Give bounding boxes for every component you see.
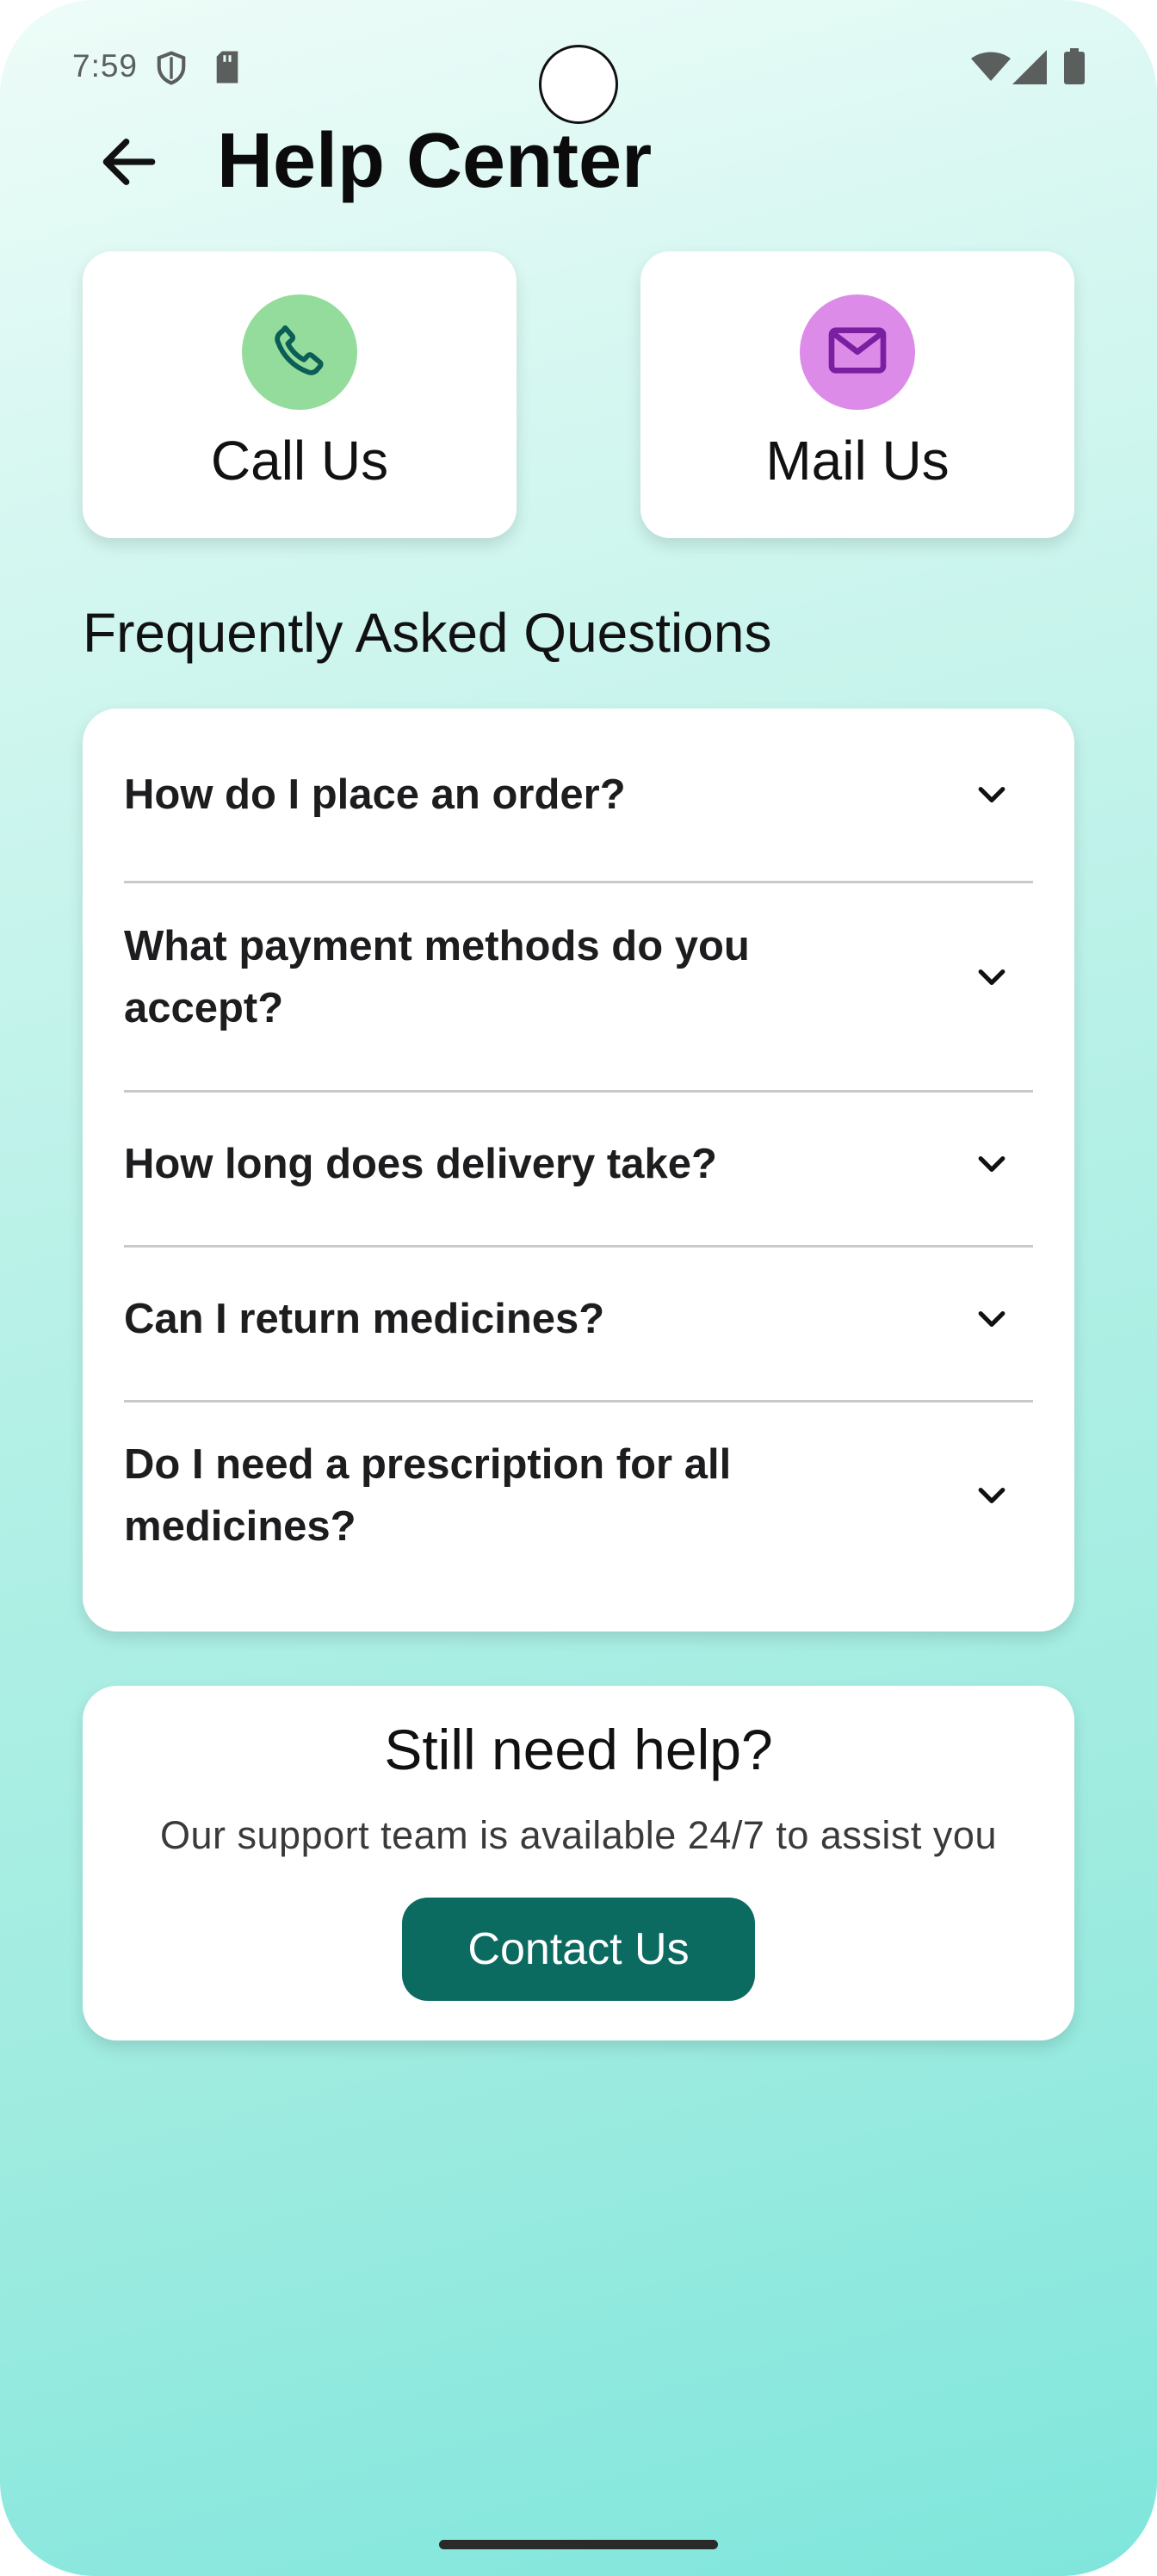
faq-divider	[124, 1400, 1033, 1403]
faq-question: Do I need a prescription for all medicin…	[124, 1441, 732, 1550]
support-card: Still need help? Our support team is ava…	[83, 1686, 1074, 2040]
page-title: Help Center	[217, 118, 653, 204]
phone-icon	[268, 319, 331, 387]
faq-question: What payment methods do you accept?	[124, 923, 750, 1031]
camera-cutout	[539, 45, 618, 124]
sd-card-icon	[213, 50, 241, 89]
wifi-icon	[971, 52, 1011, 87]
faq-section-title: Frequently Asked Questions	[83, 602, 772, 664]
status-bar: 7:59	[0, 0, 1157, 129]
battery-icon	[1064, 48, 1085, 89]
arrow-left-icon	[95, 127, 164, 201]
mail-icon	[823, 316, 892, 389]
faq-divider	[124, 1245, 1033, 1248]
faq-item[interactable]: How do I place an order?	[124, 752, 1033, 838]
back-button[interactable]	[86, 121, 172, 207]
status-time: 7:59	[72, 48, 139, 84]
call-us-card[interactable]: Call Us	[83, 251, 517, 538]
faq-question: How long does delivery take?	[124, 1141, 717, 1187]
faq-question: Can I return medicines?	[124, 1296, 605, 1342]
mail-icon-circle	[800, 294, 915, 410]
chevron-down-icon[interactable]	[966, 1293, 1018, 1345]
faq-item[interactable]: Do I need a prescription for all medicin…	[124, 1421, 1033, 1570]
help-center-screen: 7:59 Help Center Call Us Mail Us Frequen…	[0, 0, 1157, 2576]
chevron-down-icon[interactable]	[966, 1470, 1018, 1521]
faq-list: How do I place an order? What payment me…	[83, 709, 1074, 1632]
faq-divider	[124, 881, 1033, 883]
faq-item[interactable]: What payment methods do you accept?	[124, 903, 1033, 1051]
support-subtitle: Our support team is available 24/7 to as…	[160, 1813, 997, 1857]
phone-icon-circle	[242, 294, 357, 410]
support-title: Still need help?	[384, 1718, 773, 1781]
faq-item[interactable]: How long does delivery take?	[124, 1117, 1033, 1211]
chevron-down-icon[interactable]	[966, 951, 1018, 1003]
home-indicator[interactable]	[439, 2540, 718, 2549]
faq-divider	[124, 1090, 1033, 1093]
mail-us-card[interactable]: Mail Us	[640, 251, 1074, 538]
call-us-label: Call Us	[210, 430, 389, 492]
chevron-down-icon[interactable]	[966, 769, 1018, 820]
faq-item[interactable]: Can I return medicines?	[124, 1272, 1033, 1366]
contact-us-button[interactable]: Contact Us	[402, 1898, 755, 2001]
chevron-down-icon[interactable]	[966, 1138, 1018, 1190]
signal-icon	[1012, 50, 1047, 89]
mail-us-label: Mail Us	[765, 430, 950, 492]
shield-icon	[155, 50, 188, 90]
faq-question: How do I place an order?	[124, 771, 626, 818]
